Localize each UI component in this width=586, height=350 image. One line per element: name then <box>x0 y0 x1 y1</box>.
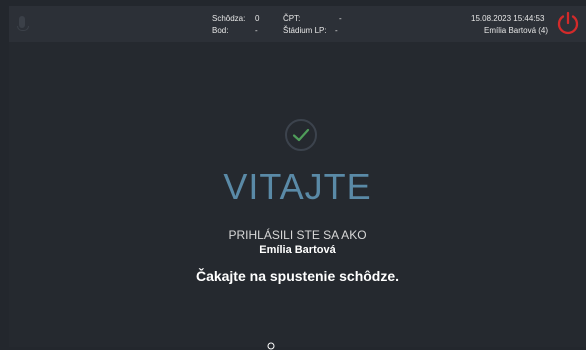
datetime: 15.08.2023 15:44:53 <box>471 14 545 23</box>
schodza-value: 0 <box>255 14 260 23</box>
schodza-label: Schôdza: <box>212 14 246 23</box>
check-icon <box>285 119 317 151</box>
stadium-value: - <box>335 26 338 35</box>
stadium-label: Štádium LP: <box>283 26 327 35</box>
bod-value: - <box>255 26 258 35</box>
cpt-label: ČPT: <box>283 14 301 23</box>
bod-label: Bod: <box>212 26 229 35</box>
screen: Schôdza: 0 Bod: - ČPT: - Štádium LP: - 1… <box>9 6 586 350</box>
logged-in-as-label: PRIHLÁSILI STE SA AKO <box>228 228 367 242</box>
microphone-icon[interactable] <box>17 16 29 31</box>
top-bar: Schôdza: 0 Bod: - ČPT: - Štádium LP: - 1… <box>9 6 586 42</box>
logged-user: Emília Bartová (4) <box>484 26 549 35</box>
cpt-value: - <box>339 14 342 23</box>
power-icon[interactable] <box>556 11 580 35</box>
user-name: Emília Bartová <box>259 244 336 256</box>
hand-icon[interactable] <box>267 342 275 350</box>
welcome-title: VITAJTE <box>223 166 372 207</box>
waiting-message: Čakajte na spustenie schôdze. <box>195 268 400 284</box>
